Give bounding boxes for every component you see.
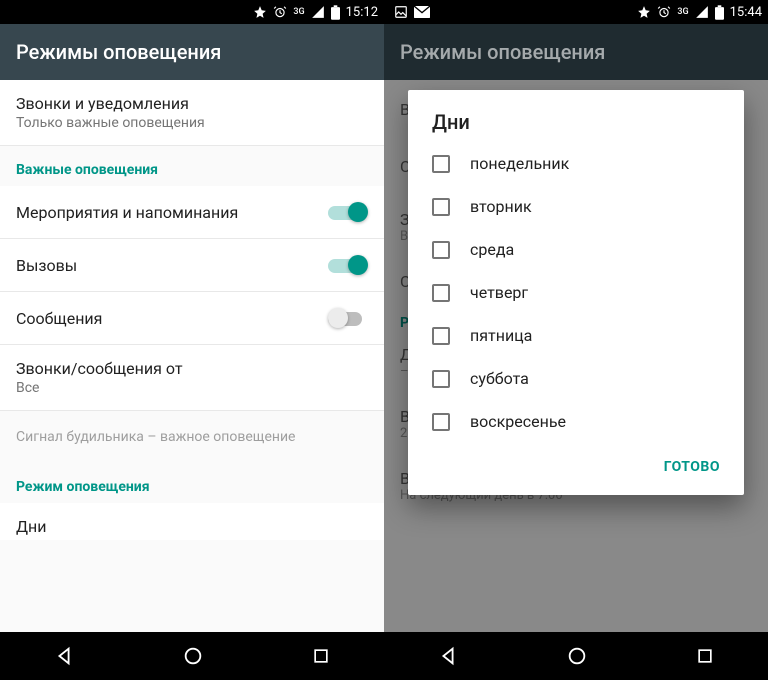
network-label: 3G (677, 7, 688, 17)
calls-toggle[interactable] (328, 255, 368, 275)
check-label: пятница (470, 326, 532, 345)
content: Звонки и уведомления Только важные опове… (0, 80, 384, 632)
alarm-icon (657, 5, 671, 19)
section-priority: Важные оповещения (0, 146, 384, 186)
switch-label: Мероприятия и напоминания (16, 203, 238, 222)
app-bar: Режимы оповещения (384, 24, 768, 80)
day-tuesday[interactable]: вторник (408, 185, 744, 228)
checkbox-icon (432, 198, 450, 216)
row-subtitle: Все (16, 380, 368, 396)
row-subtitle: Только важные оповещения (16, 115, 368, 131)
right-screen: 3G 15:44 Режимы оповещения В С ЗВ С Р Д–… (384, 0, 768, 680)
day-wednesday[interactable]: среда (408, 228, 744, 271)
switch-label: Сообщения (16, 309, 102, 328)
checkbox-icon (432, 284, 450, 302)
nav-bar (384, 632, 768, 680)
alarm-icon (273, 5, 287, 19)
done-button[interactable]: ГОТОВО (652, 451, 732, 483)
section-schedule: Режим оповещения (0, 463, 384, 503)
alarm-hint: Сигнал будильника – важное оповещение (0, 411, 384, 463)
checkbox-icon (432, 413, 450, 431)
signal-icon (311, 5, 325, 19)
check-label: среда (470, 240, 514, 259)
check-label: вторник (470, 197, 532, 216)
calls-messages-from-row[interactable]: Звонки/сообщения от Все (0, 345, 384, 411)
back-icon[interactable] (53, 645, 75, 667)
content: В С ЗВ С Р Д– В2 Время окончанияНа следу… (384, 80, 768, 632)
checkbox-icon (432, 241, 450, 259)
home-icon[interactable] (566, 645, 588, 667)
page-title: Режимы оповещения (400, 40, 605, 64)
check-label: четверг (470, 283, 528, 302)
checkbox-icon (432, 327, 450, 345)
dialog-title: Дни (408, 110, 744, 142)
home-icon[interactable] (182, 645, 204, 667)
days-row[interactable]: Дни (0, 503, 384, 540)
battery-icon (331, 5, 340, 20)
star-icon (253, 5, 267, 19)
messages-toggle[interactable] (328, 308, 368, 328)
calls-row[interactable]: Вызовы (0, 239, 384, 292)
recent-icon[interactable] (695, 646, 715, 666)
row-title: Дни (16, 517, 368, 536)
events-toggle[interactable] (328, 202, 368, 222)
day-saturday[interactable]: суббота (408, 357, 744, 400)
days-dialog: Дни понедельник вторник среда четверг пя… (408, 90, 744, 495)
star-icon (637, 5, 651, 19)
dialog-actions: ГОТОВО (408, 443, 744, 487)
network-label: 3G (293, 7, 304, 17)
row-title: Звонки/сообщения от (16, 359, 368, 378)
day-monday[interactable]: понедельник (408, 142, 744, 185)
battery-icon (715, 5, 724, 20)
checkbox-icon (432, 370, 450, 388)
messages-row[interactable]: Сообщения (0, 292, 384, 345)
status-bar: 3G 15:44 (384, 0, 768, 24)
day-sunday[interactable]: воскресенье (408, 400, 744, 443)
row-title: Звонки и уведомления (16, 94, 368, 113)
calls-notifications-row[interactable]: Звонки и уведомления Только важные опове… (0, 80, 384, 146)
switch-label: Вызовы (16, 256, 77, 275)
nav-bar (0, 632, 384, 680)
app-bar: Режимы оповещения (0, 24, 384, 80)
status-bar: 3G 15:12 (0, 0, 384, 24)
recent-icon[interactable] (311, 646, 331, 666)
mail-icon (414, 6, 430, 18)
left-screen: 3G 15:12 Режимы оповещения Звонки и увед… (0, 0, 384, 680)
page-title: Режимы оповещения (16, 40, 221, 64)
check-label: понедельник (470, 154, 569, 173)
day-friday[interactable]: пятница (408, 314, 744, 357)
clock-text: 15:12 (346, 5, 378, 20)
check-label: воскресенье (470, 412, 566, 431)
day-thursday[interactable]: четверг (408, 271, 744, 314)
back-icon[interactable] (437, 645, 459, 667)
image-icon (394, 5, 408, 19)
checkbox-icon (432, 155, 450, 173)
signal-icon (695, 5, 709, 19)
clock-text: 15:44 (730, 5, 762, 20)
check-label: суббота (470, 369, 529, 388)
events-reminders-row[interactable]: Мероприятия и напоминания (0, 186, 384, 239)
